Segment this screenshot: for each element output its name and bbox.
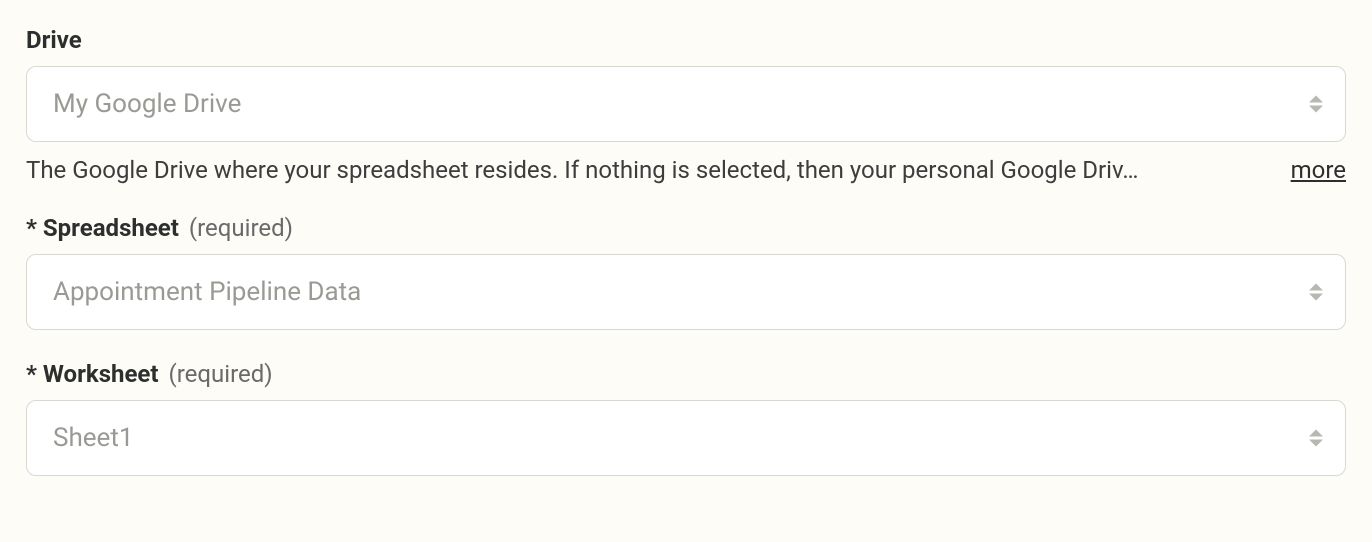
- worksheet-select-value: Sheet1: [53, 423, 133, 453]
- drive-select[interactable]: My Google Drive: [26, 66, 1346, 142]
- required-star: *: [26, 214, 37, 242]
- drive-select-value: My Google Drive: [53, 89, 241, 119]
- drive-help-row: The Google Drive where your spreadsheet …: [26, 156, 1346, 184]
- worksheet-field-group: * Worksheet (required) Sheet1: [26, 360, 1346, 476]
- worksheet-select[interactable]: Sheet1: [26, 400, 1346, 476]
- spreadsheet-select[interactable]: Appointment Pipeline Data: [26, 254, 1346, 330]
- drive-label: Drive: [26, 26, 82, 54]
- drive-field-group: Drive My Google Drive The Google Drive w…: [26, 26, 1346, 184]
- chevron-up-down-icon: [1309, 430, 1323, 447]
- spreadsheet-required-hint: (required): [189, 214, 293, 242]
- spreadsheet-label-row: * Spreadsheet (required): [26, 214, 1346, 242]
- spreadsheet-field-group: * Spreadsheet (required) Appointment Pip…: [26, 214, 1346, 330]
- worksheet-required-hint: (required): [169, 360, 273, 388]
- drive-label-row: Drive: [26, 26, 1346, 54]
- chevron-up-down-icon: [1309, 96, 1323, 113]
- worksheet-label: Worksheet: [43, 360, 159, 388]
- chevron-up-down-icon: [1309, 284, 1323, 301]
- spreadsheet-select-value: Appointment Pipeline Data: [53, 277, 361, 307]
- worksheet-label-row: * Worksheet (required): [26, 360, 1346, 388]
- drive-more-link[interactable]: more: [1291, 156, 1346, 184]
- required-star: *: [26, 360, 37, 388]
- spreadsheet-label: Spreadsheet: [43, 214, 179, 242]
- drive-help-text: The Google Drive where your spreadsheet …: [26, 156, 1271, 184]
